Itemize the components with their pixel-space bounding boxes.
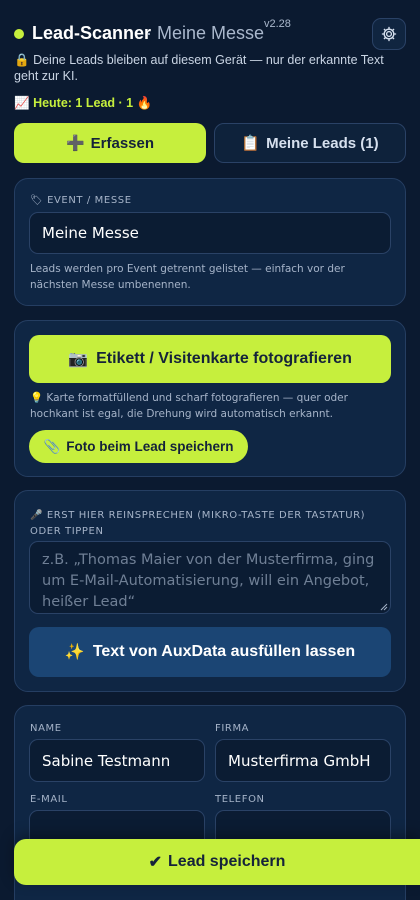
company-input[interactable]: Musterfirma GmbH [215, 739, 391, 782]
paperclip-icon: 📎 [43, 438, 61, 454]
company-label: FIRMA [215, 723, 250, 734]
dictate-card: 🎤 ERST HIER REINSPRECHEN (MIKRO-TASTE DE… [14, 490, 406, 692]
fire-icon: 🔥 [136, 96, 153, 110]
tab-capture[interactable]: ➕ Erfassen [14, 123, 206, 163]
tab-my-leads-label: Meine Leads (1) [266, 134, 379, 152]
event-label-text: EVENT / MESSE [47, 195, 132, 206]
dictate-textarea[interactable]: z.B. „Thomas Maier von der Musterfirma, … [29, 541, 391, 614]
ai-fill-button[interactable]: ✨ Text von AuxData ausfüllen lassen [29, 627, 391, 677]
settings-button[interactable] [372, 18, 406, 50]
email-label: E-MAIL [30, 794, 68, 805]
resize-handle-icon[interactable] [380, 603, 388, 611]
save-photo-label: Foto beim Lead speichern [66, 439, 234, 454]
privacy-note: 🔒 Deine Leads bleiben auf diesem Gerät —… [14, 52, 394, 84]
chart-up-icon: 📈 [14, 96, 30, 110]
sparkles-icon: ✨ [64, 644, 85, 661]
photo-card: 📷 Etikett / Visitenkarte fotografieren 💡… [14, 320, 406, 477]
today-stats-text: Heute: 1 Lead · 1 [33, 96, 134, 110]
event-name-input[interactable]: Meine Messe [29, 212, 391, 254]
ai-fill-label: Text von AuxData ausfüllen lassen [92, 643, 356, 660]
event-card: 🏷 EVENT / MESSE Meine Messe Leads werden… [14, 178, 406, 306]
status-dot [14, 29, 24, 39]
name-input[interactable]: Sabine Testmann [29, 739, 205, 782]
lightbulb-icon: 💡 [30, 392, 44, 404]
tag-icon: 🏷 [30, 195, 44, 206]
take-photo-label: Etikett / Visitenkarte fotografieren [96, 350, 352, 367]
app-header: Lead-Scanner · Meine Messe v2.28 [14, 18, 406, 50]
microphone-icon: 🎤 [30, 510, 44, 521]
tab-capture-label: Erfassen [90, 134, 155, 152]
photo-hint-text: Karte formatfüllend und scharf fotografi… [30, 392, 348, 420]
event-label: 🏷 EVENT / MESSE [30, 195, 132, 206]
camera-icon: 📷 [68, 351, 89, 368]
checkmark-icon: ✔ [148, 854, 163, 871]
privacy-note-text: Deine Leads bleiben auf diesem Gerät — n… [14, 53, 384, 83]
dictate-label: 🎤 ERST HIER REINSPRECHEN (MIKRO-TASTE DE… [30, 508, 380, 540]
dictate-placeholder: z.B. „Thomas Maier von der Musterfirma, … [42, 552, 375, 610]
name-label: NAME [30, 723, 62, 734]
tab-my-leads[interactable]: 📋 Meine Leads (1) [214, 123, 406, 163]
clipboard-icon: 📋 [241, 135, 261, 152]
save-photo-toggle[interactable]: 📎 Foto beim Lead speichern [29, 430, 248, 463]
today-stats: 📈 Heute: 1 Lead · 1 🔥 [14, 96, 152, 111]
phone-label: TELEFON [215, 794, 265, 805]
plus-icon: ➕ [65, 135, 85, 152]
gear-icon [381, 26, 397, 42]
lock-icon: 🔒 [14, 53, 30, 67]
event-subtitle: · Meine Messe [146, 23, 265, 43]
save-lead-button[interactable]: ✔ Lead speichern [14, 839, 420, 885]
photo-hint: 💡 Karte formatfüllend und scharf fotogra… [30, 390, 394, 422]
take-photo-button[interactable]: 📷 Etikett / Visitenkarte fotografieren [29, 335, 391, 383]
app-title: Lead-Scanner [32, 23, 152, 43]
dictate-label-text: ERST HIER REINSPRECHEN (MIKRO-TASTE DER … [30, 510, 366, 537]
save-lead-label: Lead speichern [168, 853, 286, 870]
event-hint: Leads werden pro Event getrennt gelistet… [30, 263, 345, 291]
version-label: v2.28 [264, 18, 291, 30]
